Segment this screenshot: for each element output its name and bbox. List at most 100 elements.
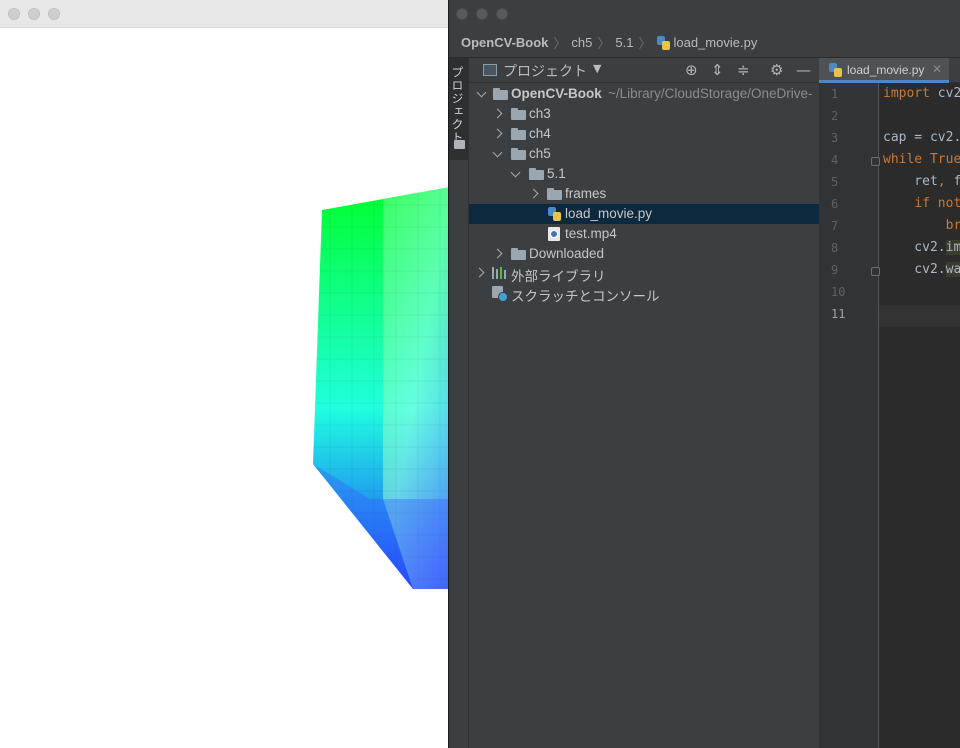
breadcrumb: OpenCV-Book 〉 ch5 〉 5.1 〉 load_movie.py [449,28,960,58]
project-view-icon [483,64,497,76]
tree-item-label: ch3 [529,106,551,121]
tree-item-ch4[interactable]: ch4 [469,124,819,144]
tree-item-label: load_movie.py [565,206,653,221]
tree-item-label: ch5 [529,146,551,161]
ide-titlebar [449,0,960,28]
python-file-icon [548,207,561,221]
line-number-gutter: 1 2 3 4 5 6 7 8 9 10 11 [819,83,880,748]
breadcrumb-separator-icon: 〉 [638,36,652,51]
tree-item-downloaded[interactable]: Downloaded [469,244,819,264]
tree-item-label: Downloaded [529,246,605,261]
line-number: 8 [831,241,839,255]
fold-icon[interactable] [871,267,880,276]
ide-window: OpenCV-Book 〉 ch5 〉 5.1 〉 load_movie.py … [448,0,960,748]
line-number: 4 [831,153,839,167]
tree-item-ch5[interactable]: ch5 [469,144,819,164]
code-editor[interactable]: load_movie.py ✕ 1 2 3 4 5 6 7 8 9 10 11 … [819,58,960,748]
breadcrumb-project[interactable]: OpenCV-Book [461,35,548,50]
folder-icon [454,140,465,149]
breadcrumb-5-1[interactable]: 5.1 [615,35,633,50]
code-line-6: if not [914,196,960,211]
breadcrumb-ch5[interactable]: ch5 [571,35,592,50]
line-number: 10 [831,285,846,299]
rgb-cube-render [313,187,450,589]
zoom-window-button[interactable] [48,8,60,20]
gear-icon[interactable]: ⚙ [770,61,783,79]
tree-item-ch3[interactable]: ch3 [469,104,819,124]
chevron-right-icon[interactable] [493,249,503,259]
project-tool-tab[interactable]: プロジェクト [449,58,469,160]
project-panel-title[interactable]: プロジェクト [503,61,587,81]
line-number: 9 [831,263,839,277]
chevron-down-icon[interactable]: ▼ [593,62,601,75]
ide-minimize-button[interactable] [476,8,488,20]
python-file-icon [829,63,842,77]
code-line-3: cap = cv2. [883,130,960,145]
line-number: 3 [831,131,839,145]
scratches-icon [492,286,508,302]
project-tool-tab-label: プロジェクト [450,66,464,144]
tree-item-label: 外部ライブラリ [511,269,606,284]
hide-panel-icon[interactable]: — [796,61,811,79]
folder-icon [511,148,526,160]
tree-item-test-mp4[interactable]: test.mp4 [469,224,819,244]
tree-item-path: ~/Library/CloudStorage/OneDrive- [608,86,813,101]
tree-item-external-libraries[interactable]: 外部ライブラリ [469,263,819,284]
collapse-all-icon[interactable]: ≑ [737,61,750,79]
tree-item-opencv-book[interactable]: OpenCV-Book ~/Library/CloudStorage/OneDr… [469,84,819,104]
code-line-7: br [945,218,960,233]
folder-icon [511,248,526,260]
editor-tabs: load_movie.py ✕ [819,58,960,83]
code-line-5: ret, f [883,174,960,189]
tab-load-movie[interactable]: load_movie.py ✕ [819,58,949,83]
tree-item-label: スクラッチとコンソール [511,289,660,304]
code-line-4: while True [883,152,960,167]
tree-item-scratches[interactable]: スクラッチとコンソール [469,283,819,304]
python-file-icon [656,35,670,50]
line-number: 6 [831,197,839,211]
close-window-button[interactable] [8,8,20,20]
minimize-window-button[interactable] [28,8,40,20]
project-panel-header: プロジェクト ▼ ⊕ ⇕ ≑ ⚙ — [469,58,819,83]
tree-item-label: OpenCV-Book [511,86,602,101]
locate-icon[interactable]: ⊕ [685,61,698,79]
chevron-right-icon[interactable] [493,109,503,119]
chevron-down-icon[interactable] [511,169,521,179]
breadcrumb-file[interactable]: load_movie.py [656,35,758,50]
ide-zoom-button[interactable] [496,8,508,20]
library-icon [492,267,508,279]
folder-icon [493,88,508,100]
line-number: 2 [831,109,839,123]
chevron-down-icon[interactable] [477,89,487,99]
tree-item-frames[interactable]: frames [469,184,819,204]
code-line-1: import cv2 [883,86,960,101]
chevron-right-icon[interactable] [529,189,539,199]
code-line-8: cv2.im [883,240,960,255]
folder-icon [547,188,562,200]
chevron-right-icon[interactable] [475,268,485,278]
ide-close-button[interactable] [456,8,468,20]
breadcrumb-separator-icon: 〉 [553,36,567,51]
3d-viewport[interactable] [0,29,450,748]
project-panel: プロジェクト ▼ ⊕ ⇕ ≑ ⚙ — OpenCV-Book ~/Library… [469,58,819,748]
expand-all-icon[interactable]: ⇕ [711,61,724,79]
chevron-down-icon[interactable] [493,149,503,159]
chevron-right-icon[interactable] [493,129,503,139]
tree-item-label: 5.1 [547,166,566,181]
fold-icon[interactable] [871,157,880,166]
breadcrumb-file-label: load_movie.py [673,35,758,50]
tree-item-label: test.mp4 [565,226,617,241]
tree-item-label: frames [565,186,607,201]
code-line-9: cv2.wa [883,262,960,277]
folder-icon [529,168,544,180]
line-number: 7 [831,219,839,233]
tree-item-load-movie[interactable]: load_movie.py [469,204,819,224]
code-area[interactable]: import cv2 cap = cv2. while True ret, f … [883,83,960,748]
close-icon[interactable]: ✕ [932,62,942,76]
tool-window-strip: プロジェクト [449,58,469,748]
line-number: 5 [831,175,839,189]
line-number-current: 11 [831,307,846,321]
video-file-icon [548,227,560,241]
tree-item-5-1[interactable]: 5.1 [469,164,819,184]
breadcrumb-separator-icon: 〉 [597,36,611,51]
